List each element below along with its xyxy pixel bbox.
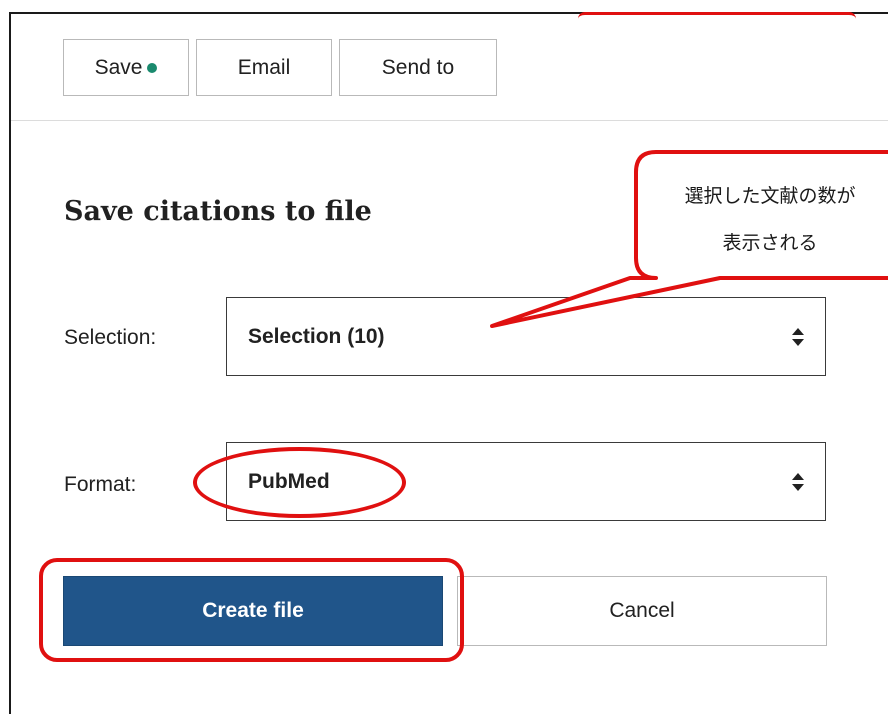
format-select[interactable]: PubMed [226, 442, 826, 521]
email-button-label: Email [237, 55, 291, 79]
send-to-button[interactable]: Send to [339, 39, 497, 96]
annotation-highlight-edge [578, 12, 856, 19]
callout-text-line2: 表示される [722, 232, 818, 254]
save-button[interactable]: Save [63, 39, 189, 96]
save-button-label: Save [94, 55, 143, 79]
toolbar-divider [11, 120, 888, 121]
create-file-button[interactable]: Create file [63, 576, 443, 646]
send-to-button-label: Send to [381, 55, 455, 79]
saved-indicator-icon [147, 62, 158, 73]
create-file-label: Create file [202, 599, 304, 622]
selection-select[interactable]: Selection (10) [226, 297, 826, 376]
format-select-value: PubMed [248, 469, 330, 493]
dialog-title: Save citations to file [64, 196, 372, 227]
callout-text-line1: 選択した文献の数が [684, 185, 856, 207]
selection-label: Selection: [64, 326, 157, 349]
sort-arrows-icon [792, 327, 804, 346]
email-button[interactable]: Email [196, 39, 332, 96]
format-label: Format: [64, 473, 137, 496]
selection-select-value: Selection (10) [248, 324, 385, 348]
cancel-label: Cancel [609, 599, 675, 622]
cancel-button[interactable]: Cancel [457, 576, 827, 646]
sort-arrows-icon [792, 472, 804, 491]
